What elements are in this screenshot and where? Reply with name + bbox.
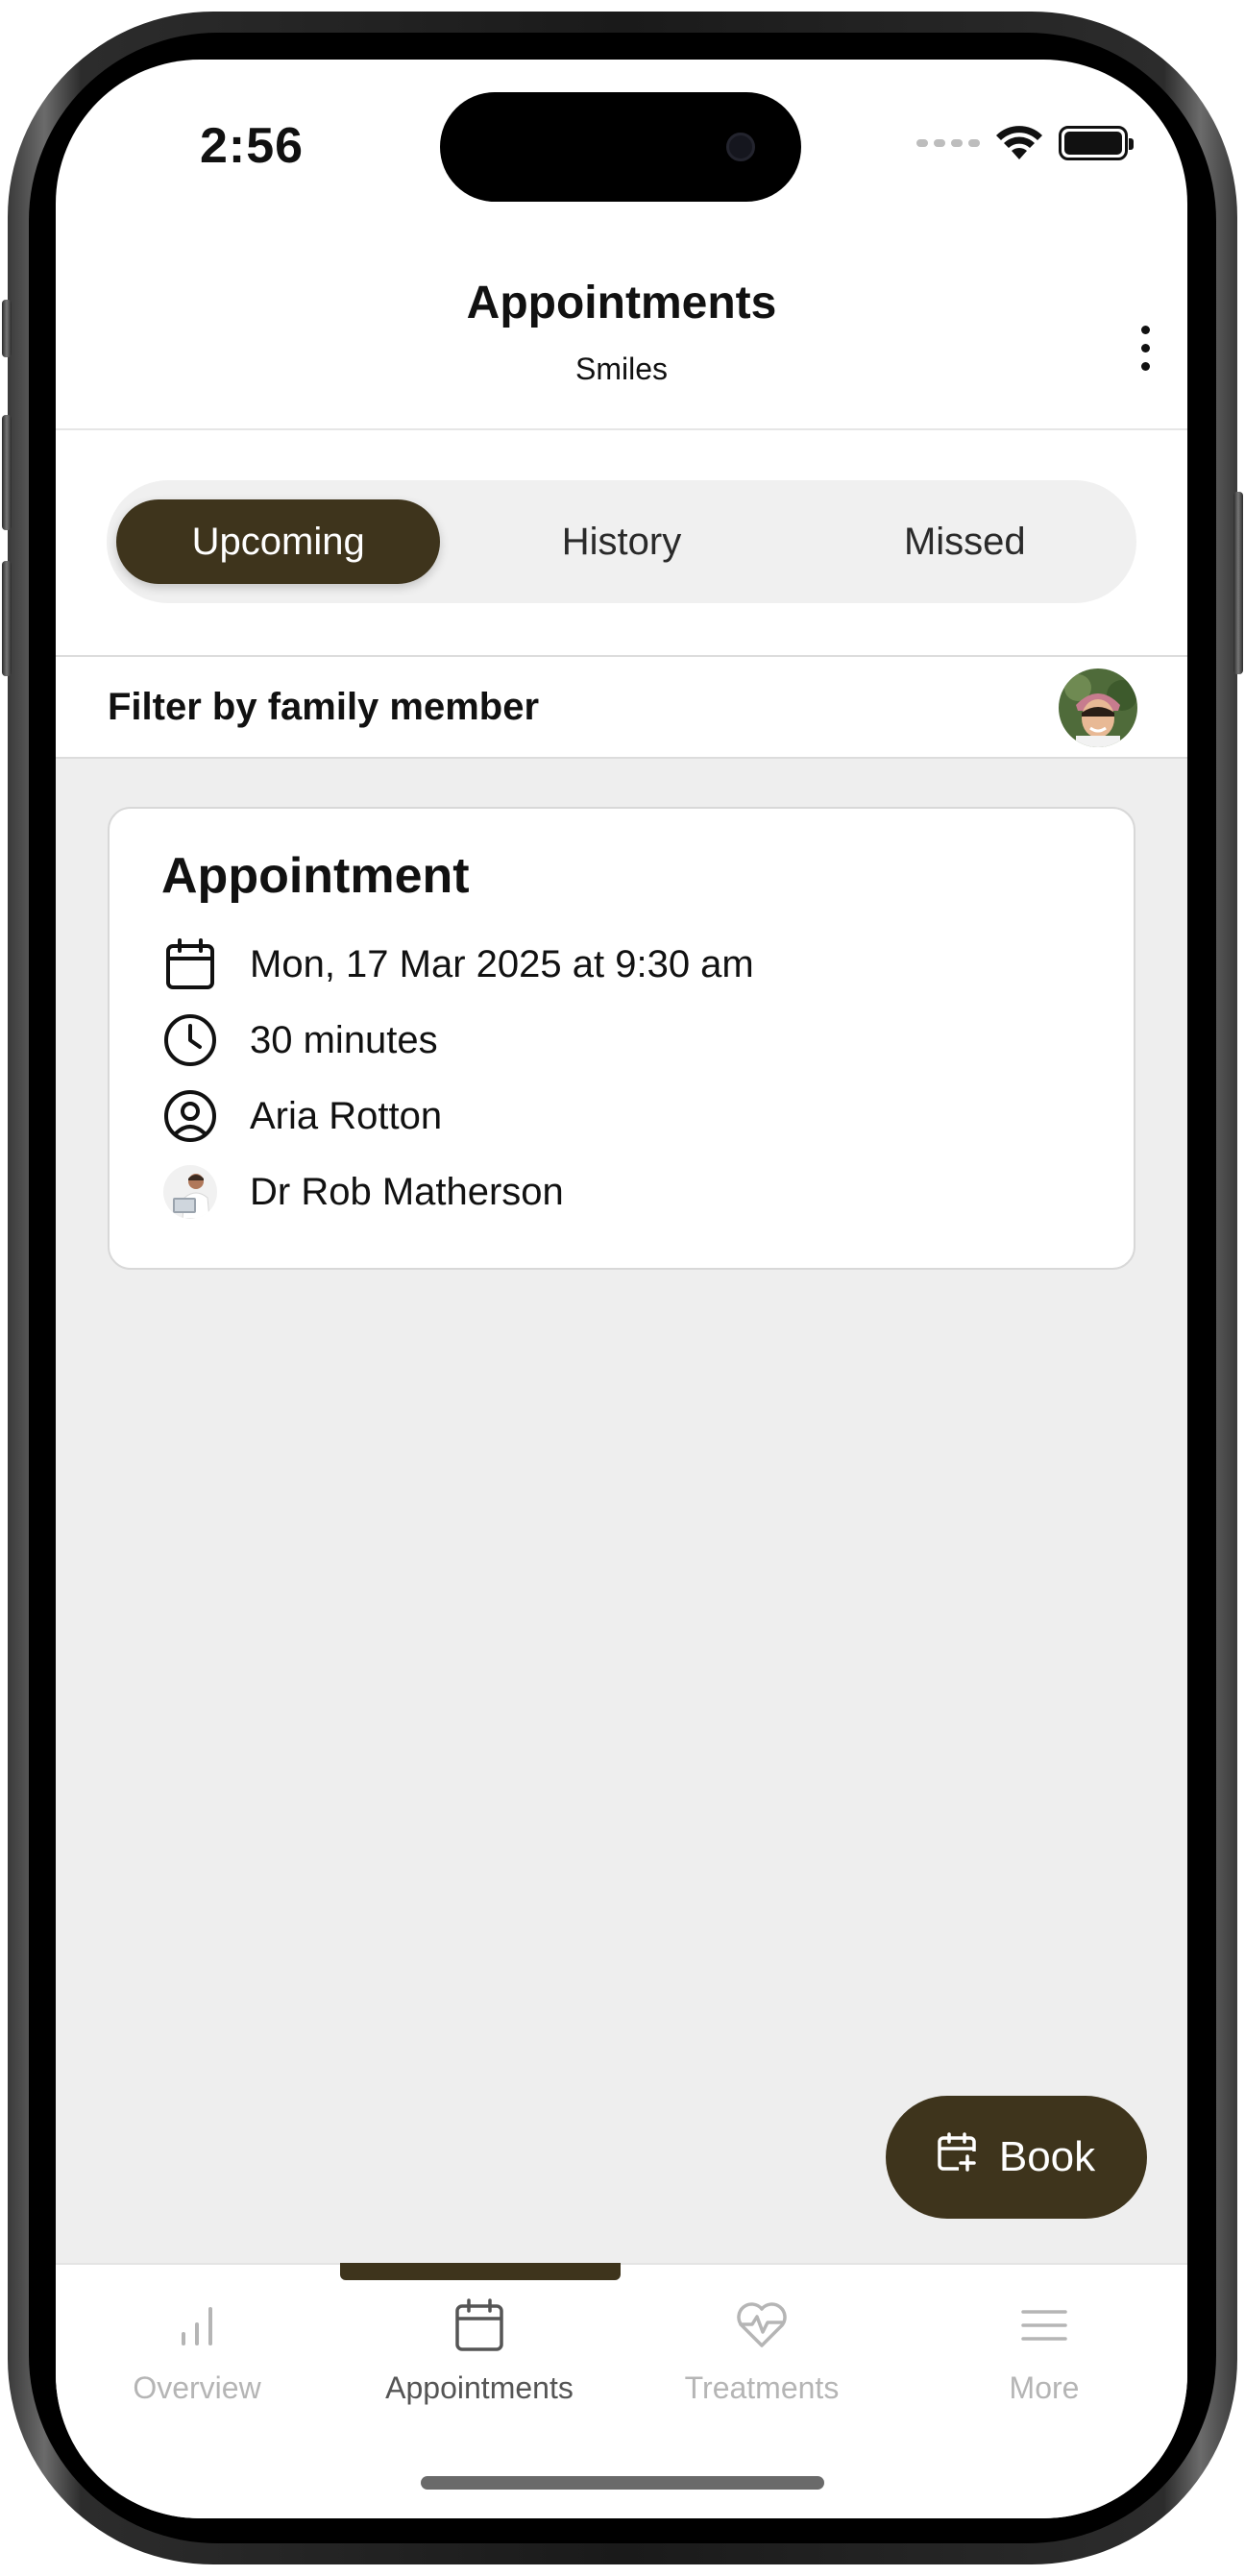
calendar-icon xyxy=(454,2292,504,2359)
tab-appointments-label: Appointments xyxy=(385,2370,574,2405)
page-title: Appointments xyxy=(466,278,777,328)
user-circle-icon xyxy=(161,1087,219,1145)
tab-treatments-label: Treatments xyxy=(684,2370,840,2405)
home-indicator[interactable] xyxy=(421,2476,824,2490)
heart-pulse-icon xyxy=(735,2292,789,2359)
appointment-datetime-row: Mon, 17 Mar 2025 at 9:30 am xyxy=(161,934,754,995)
tab-overview-label: Overview xyxy=(133,2370,261,2405)
front-camera xyxy=(726,133,755,161)
segment-container: Upcoming History Missed xyxy=(56,430,1187,603)
tab-appointments[interactable]: Appointments xyxy=(338,2292,621,2426)
appointment-card[interactable]: Appointment Mon, 17 Mar 2025 at 9:30 am xyxy=(108,807,1135,1270)
tab-more[interactable]: More xyxy=(903,2292,1185,2426)
appointment-patient-row: Aria Rotton xyxy=(161,1085,442,1147)
tab-overview[interactable]: Overview xyxy=(56,2292,338,2426)
filter-label: Filter by family member xyxy=(108,686,540,728)
more-vertical-icon[interactable] xyxy=(1126,309,1164,386)
clock-icon xyxy=(161,1011,219,1069)
tab-more-label: More xyxy=(1009,2370,1080,2405)
appointment-card-title: Appointment xyxy=(161,848,470,904)
app-screen: 2:56 Appointments Smiles Upcoming Histor… xyxy=(56,60,1187,2518)
appointment-datetime: Mon, 17 Mar 2025 at 9:30 am xyxy=(250,942,754,985)
family-filter-row[interactable]: Filter by family member xyxy=(56,655,1187,759)
bar-chart-icon xyxy=(176,2292,218,2359)
power-button xyxy=(1233,492,1243,674)
appointments-segmented-control: Upcoming History Missed xyxy=(107,480,1136,603)
active-tab-indicator xyxy=(340,2263,621,2280)
cellular-signal-icon xyxy=(916,139,980,147)
menu-icon xyxy=(1020,2292,1068,2359)
practice-name: Smiles xyxy=(574,352,668,386)
volume-up-button xyxy=(2,415,12,530)
battery-icon xyxy=(1059,126,1134,160)
book-button[interactable]: Book xyxy=(886,2096,1147,2219)
volume-down-button xyxy=(2,561,12,676)
family-member-avatar[interactable] xyxy=(1059,668,1137,747)
appointment-dentist-row: Dr Rob Matherson xyxy=(161,1161,564,1223)
status-time: 2:56 xyxy=(200,118,305,174)
action-button xyxy=(2,300,12,357)
appointments-list: Appointment Mon, 17 Mar 2025 at 9:30 am xyxy=(56,759,1187,2263)
appointment-dentist: Dr Rob Matherson xyxy=(250,1170,564,1213)
tab-treatments[interactable]: Treatments xyxy=(621,2292,903,2426)
appointment-duration: 30 minutes xyxy=(250,1018,438,1061)
book-button-label: Book xyxy=(998,2133,1096,2180)
status-icons xyxy=(916,125,1134,161)
calendar-icon xyxy=(161,936,219,993)
segment-upcoming[interactable]: Upcoming xyxy=(116,499,441,584)
segment-missed[interactable]: Missed xyxy=(803,499,1127,584)
dynamic-island xyxy=(440,92,801,202)
calendar-plus-icon xyxy=(938,2131,976,2183)
segment-history[interactable]: History xyxy=(459,499,783,584)
appointment-patient: Aria Rotton xyxy=(250,1094,443,1137)
app-header: Appointments Smiles xyxy=(56,252,1187,430)
wifi-icon xyxy=(996,126,1042,159)
dentist-avatar xyxy=(163,1165,217,1219)
appointment-duration-row: 30 minutes xyxy=(161,1009,438,1071)
